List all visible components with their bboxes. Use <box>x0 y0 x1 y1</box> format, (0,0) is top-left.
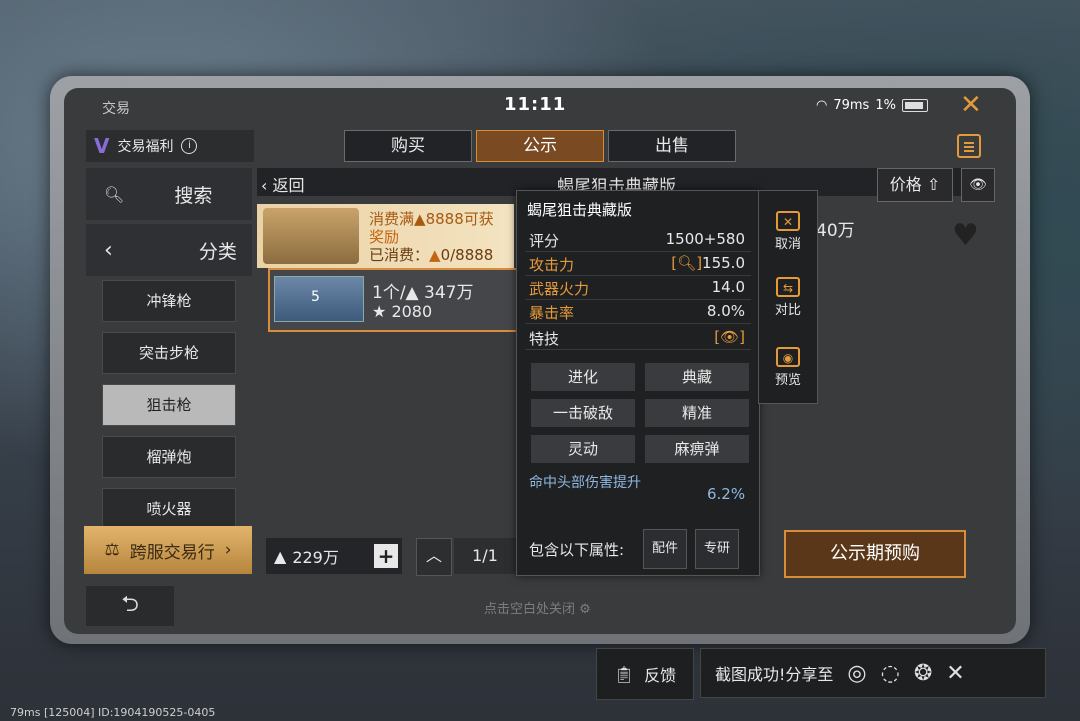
promo-line3: 已消费：▲0/8888 <box>369 246 494 264</box>
ping-text: 79ms <box>833 98 870 113</box>
preview-icon: ◉ <box>776 347 800 367</box>
research-chip[interactable]: 专研 <box>695 529 739 569</box>
sidebar-item-flamethrower[interactable]: 喷火器 <box>102 488 236 530</box>
parts-chip[interactable]: 配件 <box>643 529 687 569</box>
preorder-button[interactable]: 公示期预购 <box>784 530 966 578</box>
cancel-icon: ✕ <box>776 211 800 231</box>
magnify-icon: [🔍︎] <box>671 254 703 272</box>
tap-close-hint: 点击空白处关闭 ⚙ <box>484 602 591 617</box>
stat-attack: 攻击力 [🔍︎]155.0 <box>525 253 751 276</box>
close-icon[interactable]: ✕ <box>960 90 982 120</box>
tab-sell[interactable]: 出售 <box>608 130 736 162</box>
listing-right-price: 40万 <box>816 221 855 241</box>
wechat-icon[interactable]: ◌ <box>881 661 900 686</box>
feedback-button[interactable]: 📋︎ 反馈 <box>596 648 694 700</box>
category-label: 分类 <box>198 240 237 263</box>
back-link[interactable]: ‹ 返回 <box>261 172 305 196</box>
stat-firepower: 武器火力 14.0 <box>525 277 751 300</box>
stat-crit: 暴击率 8.0% <box>525 301 751 324</box>
sidebar-item-smg[interactable]: 冲锋枪 <box>102 280 236 322</box>
popup-title: 蝎尾狙击典藏版 <box>527 201 633 219</box>
tab-publicity[interactable]: 公示 <box>476 130 604 162</box>
info-icon[interactable]: i <box>181 138 198 154</box>
price-label: 价格 <box>889 175 922 194</box>
tag-one-shot: 一击破敌 <box>531 399 635 427</box>
search-button[interactable]: 🔍︎ 搜索 <box>86 168 252 220</box>
search-icon: 🔍︎ <box>104 184 125 204</box>
tag-agile: 灵动 <box>531 435 635 463</box>
bottom-status: 79ms [125004] ID:1904190525-0405 <box>10 706 216 719</box>
chevron-right-icon: › <box>224 540 232 560</box>
attributes-footer: 包含以下属性: <box>529 541 625 559</box>
battery-icon <box>901 99 928 112</box>
tag-paralyze: 麻痹弹 <box>645 435 749 463</box>
back-label: 返回 <box>272 176 305 195</box>
category-button[interactable]: ‹ 分类 <box>86 224 252 276</box>
skill-eye-icon: [👁︎] <box>714 328 745 346</box>
page-up-button[interactable]: ︿ <box>416 538 452 576</box>
listing-qty-price: 1个/▲ 347万 <box>372 283 474 303</box>
close-share-icon[interactable]: ✕ <box>946 661 964 686</box>
search-label: 搜索 <box>174 184 213 207</box>
listing-score: ★ 2080 <box>372 302 433 321</box>
tab-buy[interactable]: 购买 <box>344 130 472 162</box>
eye-icon[interactable]: 👁︎ <box>961 168 995 202</box>
page-indicator: 1/1 <box>454 538 516 574</box>
welfare-logo-icon: V <box>94 134 110 158</box>
weibo-icon[interactable]: ◎ <box>847 661 866 686</box>
cross-server-label: 跨服交易行 <box>129 542 215 563</box>
clipboard-icon: 📋︎ <box>613 664 635 684</box>
balance-value: 229万 <box>292 548 339 567</box>
heart-icon[interactable]: ♥ <box>952 218 979 253</box>
cancel-button[interactable]: ✕ 取消 <box>759 211 817 252</box>
stat-score: 评分 1500+580 <box>525 229 751 252</box>
trade-tabs: 购买 公示 出售 <box>344 130 736 162</box>
star-count: 5 <box>311 289 320 305</box>
sidebar-item-assault-rifle[interactable]: 突击步枪 <box>102 332 236 374</box>
action-panel: ✕ 取消 ⇆ 对比 ◉ 预览 <box>758 190 818 404</box>
screen-title: 交易 <box>102 101 130 117</box>
cross-server-button[interactable]: ⚖ 跨服交易行 › <box>84 526 252 574</box>
gold-icon: ▲ <box>274 546 287 566</box>
add-currency-button[interactable]: + <box>374 544 398 568</box>
wifi-icon: ◠ <box>816 98 828 113</box>
currency-balance: ▲ 229万 + <box>266 538 402 574</box>
weapon-thumbnail: 5 <box>274 276 364 322</box>
return-icon[interactable]: ⮌ <box>86 586 174 626</box>
status-bar: ◠ 79ms 1% <box>816 98 928 113</box>
welfare-label: 交易福利 <box>117 139 174 155</box>
welfare-button[interactable]: V 交易福利 i <box>86 130 254 162</box>
battery-text: 1% <box>875 98 896 113</box>
tag-evolve: 进化 <box>531 363 635 391</box>
stat-skill: 特技 [👁︎] <box>525 327 751 350</box>
record-icon[interactable] <box>957 134 981 158</box>
compare-button[interactable]: ⇆ 对比 <box>759 277 817 318</box>
moments-icon[interactable]: ❂ <box>914 661 932 686</box>
tag-precise: 精准 <box>645 399 749 427</box>
compare-icon: ⇆ <box>776 277 800 297</box>
sidebar-item-grenade-launcher[interactable]: 榴弹炮 <box>102 436 236 478</box>
preview-button[interactable]: ◉ 预览 <box>759 347 817 388</box>
headshot-bonus-label: 命中头部伤害提升 <box>529 475 641 491</box>
headshot-bonus-value: 6.2% <box>707 485 746 503</box>
chevron-left-icon: ‹ <box>104 237 113 263</box>
scale-icon: ⚖ <box>104 540 120 560</box>
share-label: 截图成功!分享至 <box>715 665 834 684</box>
arrow-up-icon: ⇧ <box>926 175 941 194</box>
chest-icon <box>263 208 359 264</box>
sidebar-item-sniper[interactable]: 狙击枪 <box>102 384 236 426</box>
promo-banner[interactable]: 消费满▲8888可获 奖励 已消费：▲0/8888 <box>257 204 514 268</box>
clock: 11:11 <box>504 94 567 115</box>
share-bar: 截图成功!分享至 ◎ ◌ ❂ ✕ <box>700 648 1046 698</box>
tag-collection: 典藏 <box>645 363 749 391</box>
weapon-detail-popup: 蝎尾狙击典藏版 评分 1500+580 攻击力 [🔍︎]155.0 武器火力 14.0… <box>516 190 760 576</box>
feedback-label: 反馈 <box>644 666 677 685</box>
price-sort-button[interactable]: 价格 ⇧ <box>877 168 953 202</box>
